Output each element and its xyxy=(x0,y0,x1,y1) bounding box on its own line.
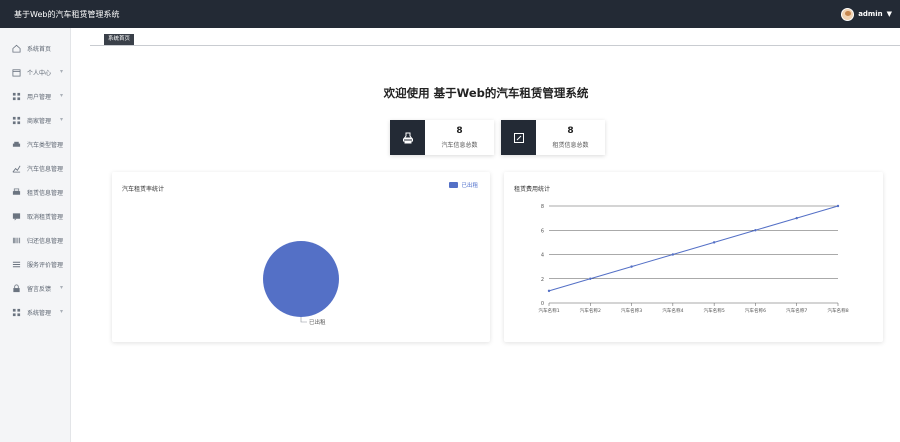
avatar[interactable] xyxy=(841,7,855,21)
sidebar-item-5[interactable]: 汽车类型管理 xyxy=(0,132,71,156)
chevron-down-icon: ▾ xyxy=(59,68,63,75)
sidebar-item-9[interactable]: 归还信息管理 xyxy=(0,228,71,252)
sidebar-item-2[interactable]: 个人中心 ▾ xyxy=(0,60,71,84)
chevron-down-icon: ▾ xyxy=(59,284,63,291)
stamp-icon xyxy=(390,120,425,155)
sidebar-item-label: 汽车信息管理 xyxy=(27,165,64,173)
x-tick-label: 汽车名称2 xyxy=(580,307,601,314)
pie-slice[interactable] xyxy=(263,241,339,317)
sidebar-item-1[interactable]: 系统首页 xyxy=(0,36,71,60)
sidebar-item-label: 系统管理 xyxy=(27,309,52,317)
main-content: 系统首页 欢迎使用 基于Web的汽车租赁管理系统 8 汽车信息总数 8 租赁信息… xyxy=(72,28,900,442)
data-point[interactable] xyxy=(712,241,716,244)
stat-label: 租赁信息总数 xyxy=(552,142,589,149)
sidebar-item-label: 租赁信息管理 xyxy=(27,189,64,197)
stat-value: 8 xyxy=(456,126,463,136)
stat-card-rentals: 8 租赁信息总数 xyxy=(501,120,605,155)
data-point[interactable] xyxy=(836,204,840,208)
sidebar-item-4[interactable]: 商家管理 ▾ xyxy=(0,108,71,132)
welcome-heading: 欢迎使用 基于Web的汽车租赁管理系统 xyxy=(383,86,589,100)
data-point[interactable] xyxy=(671,253,675,256)
sidebar: 系统首页个人中心 ▾ 用户管理 ▾ 商家管理 ▾ 汽车类型管理 汽车信息管理 租赁信息管理 取消租… xyxy=(0,28,71,442)
data-point[interactable] xyxy=(547,289,551,293)
y-tick-label: 0 xyxy=(541,301,544,307)
pie-label-line xyxy=(300,317,307,323)
x-tick-label: 汽车名称8 xyxy=(827,307,848,314)
pie-slice-label: 已出租 xyxy=(309,318,326,326)
grid-icon xyxy=(12,308,21,317)
data-point[interactable] xyxy=(630,265,633,268)
x-tick-label: 汽车名称7 xyxy=(786,307,807,314)
user-menu[interactable]: admin ▼ xyxy=(841,7,892,21)
sidebar-item-label: 商家管理 xyxy=(27,117,52,125)
grid-icon xyxy=(12,92,21,101)
user-name[interactable]: admin xyxy=(858,10,882,18)
chat-icon xyxy=(12,212,21,221)
sidebar-item-label: 系统首页 xyxy=(27,45,52,53)
sidebar-item-label: 取消租赁管理 xyxy=(27,213,64,221)
sidebar-item-11[interactable]: 留言反馈 ▾ xyxy=(0,276,71,300)
chevron-down-icon: ▾ xyxy=(59,308,63,315)
line-chart-card: 租赁费用统计 0 2 4 6 8 汽车名称1 汽车名称2 汽车名称3 汽车名称4 汽车名称5 汽车名… xyxy=(504,172,883,342)
data-point[interactable] xyxy=(754,229,757,232)
pie-chart: 已出租 xyxy=(263,241,339,326)
data-point[interactable] xyxy=(795,216,798,220)
list-icon xyxy=(12,260,21,269)
sidebar-item-3[interactable]: 用户管理 ▾ xyxy=(0,84,71,108)
x-tick-label: 汽车名称4 xyxy=(662,307,683,314)
stat-card-cars: 8 汽车信息总数 xyxy=(390,120,494,155)
y-tick-label: 4 xyxy=(541,253,544,259)
stat-label: 汽车信息总数 xyxy=(441,142,478,149)
chart-icon xyxy=(12,164,21,173)
sidebar-item-8[interactable]: 取消租赁管理 xyxy=(0,204,71,228)
barcode-icon xyxy=(12,236,21,245)
home-icon xyxy=(12,44,21,53)
calendar-icon xyxy=(12,68,21,77)
y-tick-label: 8 xyxy=(541,204,544,210)
chevron-down-icon: ▾ xyxy=(59,116,63,123)
edit-icon xyxy=(501,120,536,155)
data-point[interactable] xyxy=(589,277,592,280)
sidebar-item-label: 归还信息管理 xyxy=(27,237,64,245)
car-icon xyxy=(12,140,21,149)
sidebar-item-label: 用户管理 xyxy=(27,93,52,101)
x-tick-label: 汽车名称1 xyxy=(538,307,559,314)
caret-down-icon[interactable]: ▼ xyxy=(887,10,892,18)
pie-chart-card: 汽车租赁率统计 已出租 已出租 xyxy=(112,172,490,342)
sidebar-item-label: 服务评价管理 xyxy=(27,261,64,269)
sidebar-item-label: 汽车类型管理 xyxy=(27,141,64,149)
line-chart: 0 2 4 6 8 汽车名称1 汽车名称2 汽车名称3 汽车名称4 汽车名称5 汽车名称6 汽车名称7… xyxy=(538,204,848,314)
breadcrumb-item-home[interactable]: 系统首页 xyxy=(104,34,135,45)
sidebar-item-label: 留言反馈 xyxy=(27,285,52,293)
printer-icon xyxy=(12,188,21,197)
sidebar-item-7[interactable]: 租赁信息管理 xyxy=(0,180,71,204)
lock-icon xyxy=(12,284,21,293)
sidebar-item-10[interactable]: 服务评价管理 xyxy=(0,252,71,276)
x-tick-label: 汽车名称5 xyxy=(703,307,724,314)
top-bar: 基于Web的汽车租赁管理系统 admin ▼ xyxy=(0,0,900,28)
series-line xyxy=(548,205,839,292)
sidebar-item-6[interactable]: 汽车信息管理 xyxy=(0,156,71,180)
app-title: 基于Web的汽车租赁管理系统 xyxy=(14,9,120,19)
grid-icon xyxy=(12,116,21,125)
y-tick-label: 6 xyxy=(541,228,544,234)
y-tick-label: 2 xyxy=(541,277,544,283)
chevron-down-icon: ▾ xyxy=(59,92,63,99)
sidebar-item-12[interactable]: 系统管理 ▾ xyxy=(0,300,71,324)
breadcrumb: 系统首页 xyxy=(90,34,900,46)
x-tick-label: 汽车名称3 xyxy=(621,307,642,314)
sidebar-item-label: 个人中心 xyxy=(27,69,52,77)
stat-value: 8 xyxy=(567,126,574,136)
x-tick-label: 汽车名称6 xyxy=(745,307,766,314)
